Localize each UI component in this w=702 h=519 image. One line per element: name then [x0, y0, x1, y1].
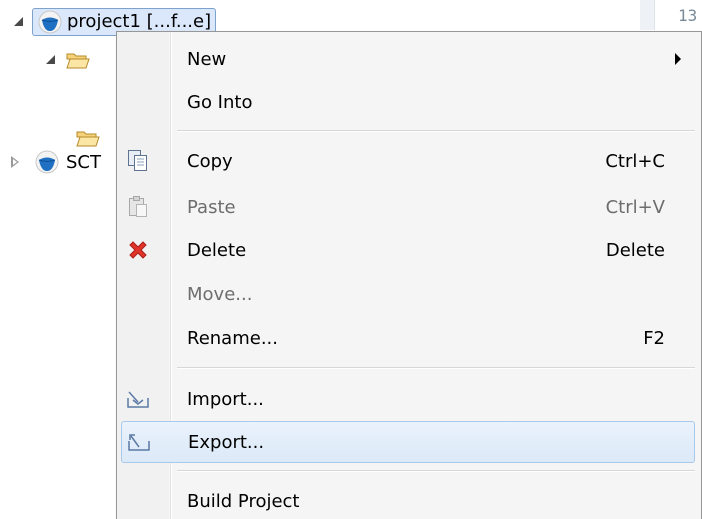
menu-separator [177, 367, 695, 369]
menu-item-label: Delete [187, 239, 247, 261]
expand-toggle-icon[interactable] [44, 53, 58, 67]
menu-item-label: Rename... [187, 327, 278, 349]
menu-item-import[interactable]: Import... [121, 378, 695, 420]
menu-item-label: New [187, 48, 227, 70]
menu-item-copy[interactable]: Copy Ctrl+C [121, 140, 695, 182]
menu-item-delete[interactable]: Delete Delete [121, 229, 695, 271]
editor-ruler [640, 0, 655, 30]
project-icon [38, 10, 62, 34]
menu-item-label: Build Project [187, 490, 300, 512]
paste-icon [123, 192, 153, 222]
menu-item-paste[interactable]: Paste Ctrl+V [121, 186, 695, 228]
delete-icon [123, 235, 153, 265]
menu-item-shortcut: F2 [643, 327, 665, 349]
context-menu: New Go Into Copy Ctrl+C Paste Ctrl+V Del… [116, 31, 702, 519]
expand-toggle-icon[interactable] [12, 15, 26, 29]
folder-open-icon [76, 131, 100, 147]
copy-icon [123, 146, 153, 176]
project-icon [35, 150, 59, 174]
export-icon [124, 427, 154, 457]
tree-item-sct[interactable]: SCT [8, 146, 101, 178]
editor-line-number: 13 [678, 6, 698, 25]
menu-item-label: Paste [187, 196, 236, 218]
menu-item-build-project[interactable]: Build Project [121, 480, 695, 519]
menu-separator [177, 130, 695, 132]
sct-label: SCT [66, 151, 101, 173]
tree-item-folder[interactable] [44, 44, 90, 76]
collapse-toggle-icon[interactable] [8, 155, 22, 169]
menu-item-label: Export... [188, 431, 265, 453]
folder-open-icon [66, 53, 90, 69]
submenu-arrow-icon [675, 53, 681, 65]
menu-item-rename[interactable]: Rename... F2 [121, 317, 695, 359]
menu-item-shortcut: Delete [605, 239, 665, 261]
menu-item-shortcut: Ctrl+V [605, 196, 665, 218]
menu-item-export[interactable]: Export... [121, 421, 695, 463]
menu-item-go-into[interactable]: Go Into [121, 81, 695, 123]
menu-item-new[interactable]: New [121, 38, 695, 80]
menu-item-label: Go Into [187, 91, 253, 113]
menu-item-shortcut: Ctrl+C [605, 150, 665, 172]
menu-item-label: Import... [187, 388, 264, 410]
menu-item-label: Move... [187, 283, 253, 305]
menu-item-label: Copy [187, 150, 233, 172]
import-icon [123, 384, 153, 414]
menu-item-move[interactable]: Move... [121, 273, 695, 315]
menu-separator [177, 470, 695, 472]
screen: 13 project1 [...f...e] SCT New Go Into C… [0, 0, 702, 519]
